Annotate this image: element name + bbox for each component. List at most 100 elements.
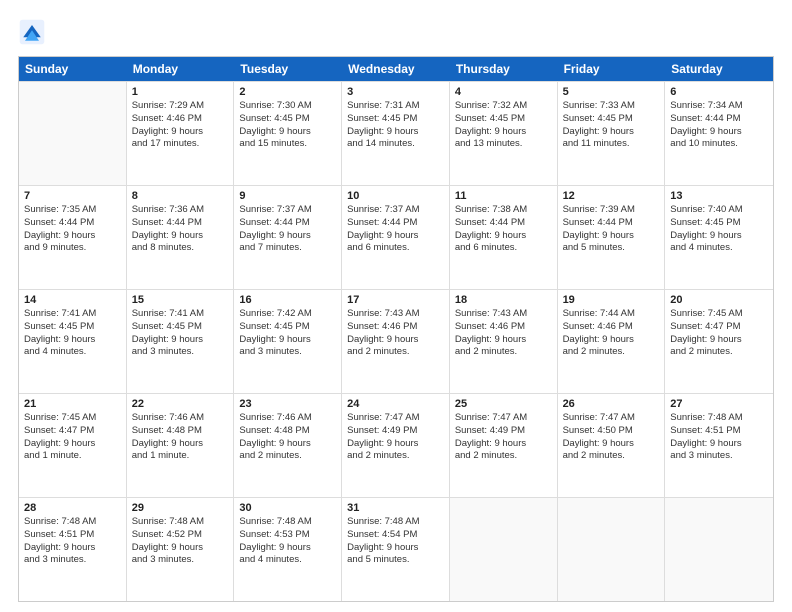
calendar: SundayMondayTuesdayWednesdayThursdayFrid… [18,56,774,602]
header [18,18,774,46]
cell-line: and 2 minutes. [347,450,444,463]
cell-line: Sunrise: 7:45 AM [670,308,768,321]
cell-line: and 2 minutes. [455,450,552,463]
cell-line: Sunrise: 7:39 AM [563,204,660,217]
cell-line: Sunrise: 7:37 AM [239,204,336,217]
cell-line: Sunset: 4:48 PM [239,425,336,438]
cell-line: Sunrise: 7:47 AM [455,412,552,425]
calendar-cell: 2Sunrise: 7:30 AMSunset: 4:45 PMDaylight… [234,82,342,185]
cell-line: Sunset: 4:47 PM [24,425,121,438]
day-number: 19 [563,294,660,306]
cell-line: Sunrise: 7:48 AM [24,516,121,529]
cell-line: Sunset: 4:45 PM [455,113,552,126]
calendar-row: 1Sunrise: 7:29 AMSunset: 4:46 PMDaylight… [19,81,773,185]
cell-line: Sunset: 4:45 PM [347,113,444,126]
cell-line: Daylight: 9 hours [132,230,229,243]
weekday-header: Sunday [19,57,127,81]
calendar-cell: 30Sunrise: 7:48 AMSunset: 4:53 PMDayligh… [234,498,342,601]
cell-line: and 4 minutes. [239,554,336,567]
day-number: 6 [670,86,768,98]
calendar-cell: 26Sunrise: 7:47 AMSunset: 4:50 PMDayligh… [558,394,666,497]
day-number: 8 [132,190,229,202]
day-number: 25 [455,398,552,410]
cell-line: and 3 minutes. [239,346,336,359]
calendar-cell: 12Sunrise: 7:39 AMSunset: 4:44 PMDayligh… [558,186,666,289]
calendar-cell [19,82,127,185]
day-number: 16 [239,294,336,306]
cell-line: Sunset: 4:52 PM [132,529,229,542]
day-number: 4 [455,86,552,98]
day-number: 21 [24,398,121,410]
cell-line: and 5 minutes. [347,554,444,567]
day-number: 22 [132,398,229,410]
weekday-header: Thursday [450,57,558,81]
day-number: 23 [239,398,336,410]
day-number: 10 [347,190,444,202]
cell-line: Daylight: 9 hours [670,230,768,243]
cell-line: Daylight: 9 hours [347,542,444,555]
cell-line: and 6 minutes. [455,242,552,255]
day-number: 14 [24,294,121,306]
cell-line: and 9 minutes. [24,242,121,255]
cell-line: and 2 minutes. [563,450,660,463]
cell-line: and 3 minutes. [24,554,121,567]
cell-line: Sunset: 4:44 PM [347,217,444,230]
day-number: 7 [24,190,121,202]
calendar-cell: 10Sunrise: 7:37 AMSunset: 4:44 PMDayligh… [342,186,450,289]
calendar-cell: 5Sunrise: 7:33 AMSunset: 4:45 PMDaylight… [558,82,666,185]
cell-line: Sunrise: 7:32 AM [455,100,552,113]
calendar-cell: 3Sunrise: 7:31 AMSunset: 4:45 PMDaylight… [342,82,450,185]
cell-line: Daylight: 9 hours [347,438,444,451]
cell-line: Sunrise: 7:44 AM [563,308,660,321]
calendar-cell: 16Sunrise: 7:42 AMSunset: 4:45 PMDayligh… [234,290,342,393]
cell-line: and 10 minutes. [670,138,768,151]
calendar-cell: 29Sunrise: 7:48 AMSunset: 4:52 PMDayligh… [127,498,235,601]
calendar-cell: 7Sunrise: 7:35 AMSunset: 4:44 PMDaylight… [19,186,127,289]
cell-line: and 3 minutes. [132,346,229,359]
cell-line: and 4 minutes. [24,346,121,359]
cell-line: and 8 minutes. [132,242,229,255]
cell-line: Sunset: 4:46 PM [132,113,229,126]
weekday-header: Friday [558,57,666,81]
cell-line: Sunrise: 7:47 AM [563,412,660,425]
calendar-header: SundayMondayTuesdayWednesdayThursdayFrid… [19,57,773,81]
cell-line: and 17 minutes. [132,138,229,151]
cell-line: Daylight: 9 hours [563,230,660,243]
cell-line: Sunset: 4:46 PM [563,321,660,334]
cell-line: Sunrise: 7:48 AM [132,516,229,529]
cell-line: Sunrise: 7:36 AM [132,204,229,217]
cell-line: Sunset: 4:47 PM [670,321,768,334]
cell-line: and 3 minutes. [132,554,229,567]
cell-line: Daylight: 9 hours [24,542,121,555]
cell-line: Sunrise: 7:29 AM [132,100,229,113]
day-number: 18 [455,294,552,306]
calendar-cell: 22Sunrise: 7:46 AMSunset: 4:48 PMDayligh… [127,394,235,497]
cell-line: Daylight: 9 hours [24,230,121,243]
cell-line: Sunset: 4:44 PM [455,217,552,230]
cell-line: and 15 minutes. [239,138,336,151]
day-number: 3 [347,86,444,98]
cell-line: Sunset: 4:45 PM [24,321,121,334]
calendar-cell: 18Sunrise: 7:43 AMSunset: 4:46 PMDayligh… [450,290,558,393]
calendar-cell: 21Sunrise: 7:45 AMSunset: 4:47 PMDayligh… [19,394,127,497]
cell-line: Sunrise: 7:43 AM [347,308,444,321]
cell-line: Sunrise: 7:47 AM [347,412,444,425]
cell-line: Sunset: 4:51 PM [24,529,121,542]
calendar-cell: 8Sunrise: 7:36 AMSunset: 4:44 PMDaylight… [127,186,235,289]
calendar-cell: 23Sunrise: 7:46 AMSunset: 4:48 PMDayligh… [234,394,342,497]
cell-line: Sunset: 4:54 PM [347,529,444,542]
cell-line: and 2 minutes. [670,346,768,359]
cell-line: and 2 minutes. [563,346,660,359]
cell-line: and 13 minutes. [455,138,552,151]
cell-line: Daylight: 9 hours [670,334,768,347]
weekday-header: Wednesday [342,57,450,81]
day-number: 1 [132,86,229,98]
cell-line: Sunset: 4:45 PM [670,217,768,230]
cell-line: Sunset: 4:48 PM [132,425,229,438]
day-number: 12 [563,190,660,202]
cell-line: Daylight: 9 hours [132,334,229,347]
weekday-header: Monday [127,57,235,81]
day-number: 28 [24,502,121,514]
cell-line: and 2 minutes. [455,346,552,359]
calendar-cell: 9Sunrise: 7:37 AMSunset: 4:44 PMDaylight… [234,186,342,289]
